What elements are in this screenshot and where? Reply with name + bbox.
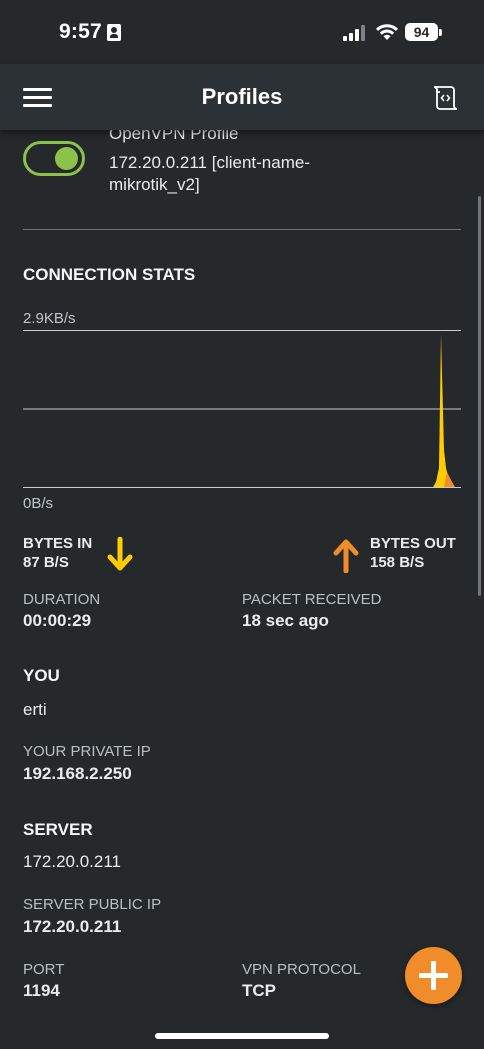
add-profile-plus-icon[interactable] (405, 947, 462, 1004)
packet-received-value: 18 sec ago (242, 611, 329, 630)
app-header: Profiles (0, 64, 484, 130)
arrow-up-icon (333, 539, 359, 573)
bytes-out-value: 158 B/S (370, 554, 425, 571)
private-ip-value: 192.168.2.250 (23, 764, 132, 783)
arrow-down-icon (107, 537, 133, 571)
toggle-knob (55, 147, 78, 170)
port-label: PORT (23, 961, 65, 978)
focus-person-icon (107, 24, 121, 41)
status-time: 9:57 (59, 20, 102, 43)
wifi-icon (376, 24, 398, 40)
vpn-protocol-label: VPN PROTOCOL (242, 961, 361, 978)
server-public-ip-label: SERVER PUBLIC IP (23, 896, 162, 913)
private-ip-label: YOUR PRIVATE IP (23, 743, 151, 760)
scrollbar[interactable] (478, 196, 481, 596)
status-bar: 9:57 94 (0, 0, 484, 64)
chart-y-min-label: 0B/s (23, 495, 54, 512)
username: erti (23, 700, 47, 719)
battery-indicator: 94 (405, 23, 438, 41)
packet-received-label: PACKET RECEIVED (242, 591, 382, 608)
connection-stats-chart (23, 330, 461, 488)
home-indicator[interactable] (155, 1033, 329, 1039)
profile-server[interactable]: 172.20.0.211 [client-name-mikrotik_v2] (109, 152, 369, 196)
chart-y-max-label: 2.9KB/s (23, 310, 76, 327)
server-address: 172.20.0.211 (23, 852, 121, 871)
duration-value: 00:00:29 (23, 611, 92, 630)
page-title: Profiles (201, 84, 283, 109)
server-public-ip-value: 172.20.0.211 (23, 917, 122, 936)
connection-stats-title: CONNECTION STATS (23, 265, 196, 284)
server-section-title: SERVER (23, 820, 93, 839)
divider (23, 229, 461, 230)
cellular-signal-icon (343, 25, 365, 41)
port-value: 1194 (23, 981, 60, 1000)
bytes-in-area (433, 334, 451, 487)
vpn-protocol-value: TCP (242, 981, 276, 1000)
you-section-title: YOU (23, 666, 60, 685)
duration-label: DURATION (23, 591, 101, 608)
bytes-in-label: BYTES IN (23, 535, 93, 552)
profile-connect-toggle[interactable] (23, 141, 85, 176)
battery-tip (439, 29, 442, 36)
import-file-icon[interactable] (432, 84, 460, 112)
bytes-out-label: BYTES OUT (370, 535, 456, 552)
bytes-in-value: 87 B/S (23, 554, 69, 571)
